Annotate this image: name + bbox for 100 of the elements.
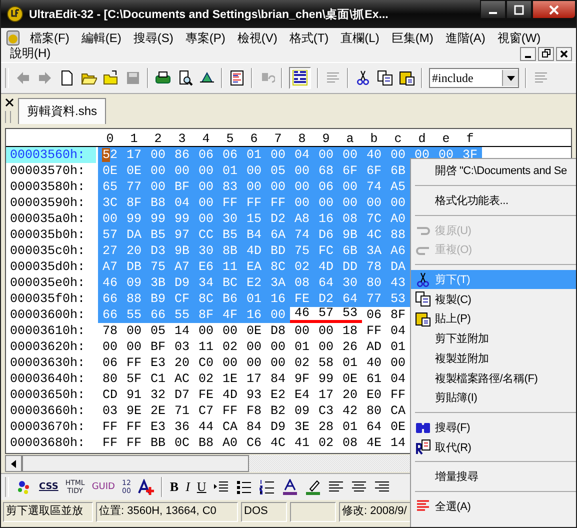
hex-byte: 4C (362, 227, 386, 243)
document-icon[interactable] (5, 30, 21, 46)
context-menu-item[interactable]: 格式化功能表... (411, 190, 576, 210)
hex-byte: 06 (218, 147, 242, 163)
context-menu-item[interactable]: 取代(R) (411, 437, 576, 457)
maximize-icon (514, 4, 524, 14)
numbered-list-icon[interactable] (259, 479, 276, 495)
scrollbar-thumb[interactable] (22, 455, 249, 472)
hex-byte: BF (170, 179, 194, 195)
restore-document-button[interactable] (538, 46, 554, 60)
hex-mode-button[interactable] (289, 67, 311, 89)
hex-byte: 3C (98, 195, 122, 211)
paste-icon[interactable] (399, 70, 415, 86)
underline-button[interactable]: U (196, 483, 206, 491)
hex-byte: B8 (146, 195, 170, 211)
hex-byte: A7 (170, 259, 194, 275)
file-tab[interactable]: 剪輯資料.shs (18, 98, 106, 124)
hex-byte: FF (242, 195, 266, 211)
scroll-left-button[interactable] (5, 455, 22, 472)
hex-byte: 00 (242, 163, 266, 179)
font-color-icon[interactable] (282, 479, 298, 495)
hex-byte: FE (290, 291, 314, 307)
minimize-button[interactable] (480, 0, 506, 19)
menu-item[interactable]: 檔案(F) (25, 30, 74, 46)
menu-item[interactable]: 專案(P) (180, 30, 230, 46)
hex-byte: B6 (218, 291, 242, 307)
context-menu-item[interactable]: 搜尋(F) (411, 418, 576, 438)
folder-icon[interactable] (103, 70, 119, 86)
bold-button[interactable]: B (170, 483, 179, 491)
hex-byte: 01 (341, 419, 358, 435)
menu-item[interactable]: 巨集(M) (386, 30, 438, 46)
hex-byte: 02 (317, 435, 334, 451)
hex-byte: A6 (386, 243, 410, 259)
printer-icon[interactable] (155, 70, 171, 86)
context-menu-item[interactable]: 增量搜尋 (411, 466, 576, 487)
context-menu-item[interactable]: 複製(C) (411, 289, 576, 310)
menu-item[interactable]: 說明(H) (5, 46, 56, 61)
hex-byte: 9B (170, 243, 194, 259)
hex-byte: 0E (389, 419, 406, 435)
close-button[interactable] (532, 0, 576, 19)
context-menu-item[interactable]: 複製並附加 (411, 348, 576, 368)
colored-dots-icon[interactable] (16, 479, 32, 495)
context-menu-item[interactable]: 複製檔案路徑/名稱(F) (411, 368, 576, 388)
hex-byte: C7 (197, 403, 214, 419)
maximize-button[interactable] (506, 0, 532, 19)
paste-icon (415, 310, 431, 327)
row-address: 00003600h: (9, 307, 86, 323)
hex-byte: 8C (194, 291, 218, 307)
bulleted-list-icon[interactable] (236, 479, 252, 495)
context-menu-item[interactable]: 剪貼簿(I) (411, 388, 576, 408)
italic-button[interactable]: I (186, 483, 190, 491)
context-menu-item[interactable]: 剪下並附加 (411, 328, 576, 348)
hex-byte: 64 (314, 275, 338, 291)
new-file-icon[interactable] (59, 70, 75, 86)
hex-byte: E2 (269, 387, 286, 403)
font-add-icon[interactable] (138, 479, 154, 495)
guid-button[interactable]: GUID (92, 483, 115, 491)
hex-byte: 6B (338, 243, 362, 259)
menu-item[interactable]: 直欄(L) (336, 30, 384, 46)
hex-byte: AD (365, 339, 382, 355)
hex-byte: 4F (218, 307, 242, 323)
menu-item[interactable]: 視窗(W) (492, 30, 546, 46)
hex-byte: A0 (386, 211, 410, 227)
hex-byte: 1E (221, 371, 238, 387)
context-menu-item[interactable]: 開啓 "C:\Documents and Se (411, 161, 576, 181)
hex-byte: 75 (290, 243, 314, 259)
print-preview-icon[interactable] (177, 70, 193, 86)
hex-byte: 99 (170, 211, 194, 227)
row-address: 000035f0h: (9, 291, 86, 307)
hex-byte: 40 (365, 355, 382, 371)
context-menu-item[interactable]: 貼上(P) (411, 309, 576, 329)
highlighter-icon[interactable] (305, 479, 322, 495)
hex-byte: 00 (101, 339, 118, 355)
hex-byte: 00 (221, 323, 238, 339)
close-icon[interactable] (5, 98, 14, 106)
cut-icon[interactable] (355, 70, 371, 86)
hex-byte: 9B (338, 227, 362, 243)
column-header: 9 (321, 132, 331, 146)
hex-byte: B8 (197, 435, 214, 451)
hex-byte: FF (218, 195, 242, 211)
hex-byte: 05 (149, 323, 166, 339)
minimize-document-button[interactable] (520, 46, 536, 60)
menu-item[interactable]: 進階(A) (440, 30, 490, 46)
hex-byte: 78 (362, 259, 386, 275)
row-address: 00003560h: (6, 147, 96, 163)
hex-byte: 8F (122, 195, 146, 211)
hex-byte: 0E (341, 371, 358, 387)
hex-byte: FE (197, 387, 214, 403)
hex-byte: E6 (194, 259, 218, 275)
menu-item[interactable]: 格式(T) (284, 30, 334, 46)
include-dropdown[interactable]: #include (429, 68, 519, 88)
hex-byte: C3 (317, 403, 334, 419)
menu-item[interactable]: 搜尋(S) (128, 30, 178, 46)
copy-icon[interactable] (377, 70, 393, 86)
menu-item[interactable]: 編輯(E) (76, 30, 126, 46)
close-document-button[interactable] (556, 46, 572, 60)
css-button[interactable]: CSS (39, 483, 58, 491)
menu-item[interactable]: 檢視(V) (232, 30, 282, 46)
colored-list-icon[interactable] (229, 70, 245, 86)
hex-byte: 00 (245, 355, 262, 371)
